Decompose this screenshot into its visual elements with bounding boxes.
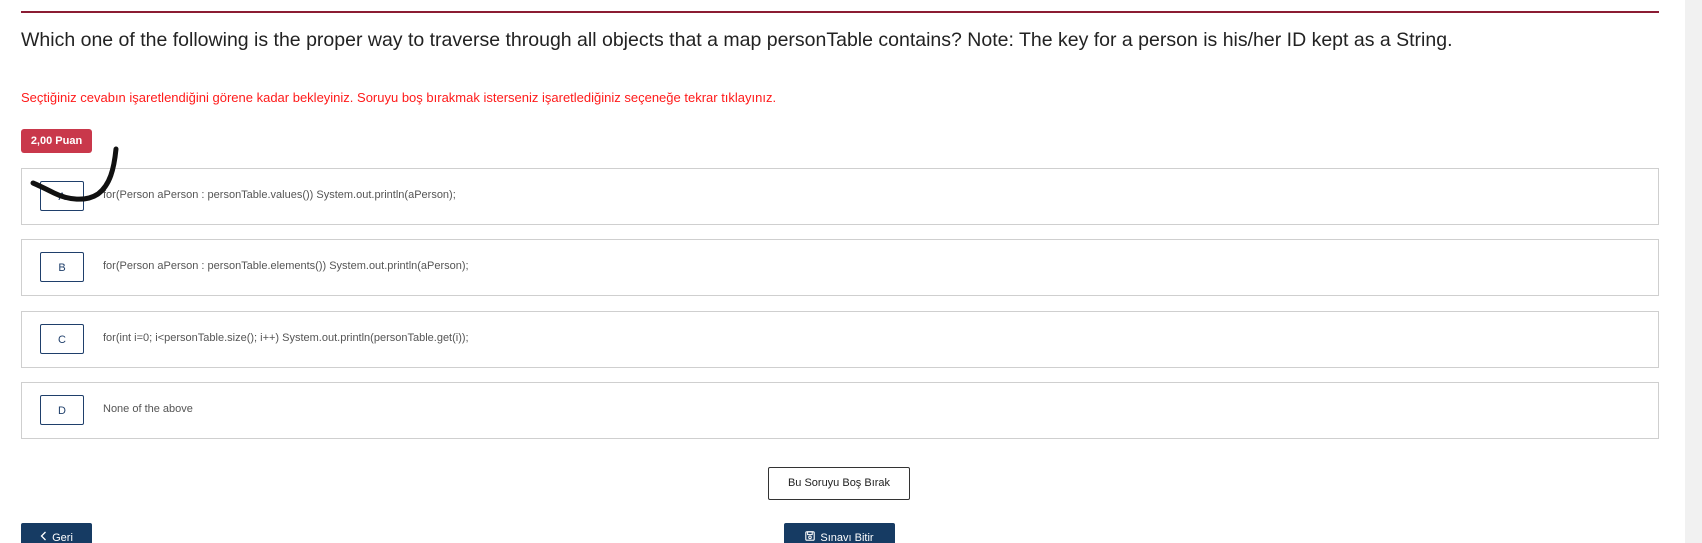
save-icon bbox=[805, 523, 816, 543]
option-d[interactable]: D None of the above bbox=[21, 382, 1659, 439]
top-divider bbox=[21, 11, 1659, 13]
option-b[interactable]: B for(Person aPerson : personTable.eleme… bbox=[21, 239, 1659, 296]
option-text-d[interactable]: None of the above bbox=[103, 403, 193, 415]
option-letter-d[interactable]: D bbox=[40, 395, 84, 425]
finish-label: Sınavı Bitir bbox=[820, 532, 874, 543]
back-button[interactable]: Geri bbox=[21, 523, 92, 543]
skip-question-button[interactable]: Bu Soruyu Boş Bırak bbox=[768, 467, 910, 500]
scrollbar-track[interactable] bbox=[1685, 0, 1702, 543]
option-text-a[interactable]: for(Person aPerson : personTable.values(… bbox=[103, 189, 456, 201]
option-c[interactable]: C for(int i=0; i<personTable.size(); i++… bbox=[21, 311, 1659, 368]
selection-warning: Seçtiğiniz cevabın işaretlendiğini gören… bbox=[21, 90, 777, 105]
option-letter-c[interactable]: C bbox=[40, 324, 84, 354]
chevron-left-icon bbox=[40, 523, 47, 543]
back-label: Geri bbox=[52, 532, 73, 543]
option-a[interactable]: A for(Person aPerson : personTable.value… bbox=[21, 168, 1659, 225]
option-text-c[interactable]: for(int i=0; i<personTable.size(); i++) … bbox=[103, 332, 469, 344]
option-letter-a[interactable]: A bbox=[40, 181, 84, 211]
option-letter-b[interactable]: B bbox=[40, 252, 84, 282]
option-text-b[interactable]: for(Person aPerson : personTable.element… bbox=[103, 260, 469, 272]
finish-exam-button[interactable]: Sınavı Bitir bbox=[784, 523, 895, 543]
points-badge: 2,00 Puan bbox=[21, 129, 92, 153]
question-text: Which one of the following is the proper… bbox=[21, 29, 1453, 51]
